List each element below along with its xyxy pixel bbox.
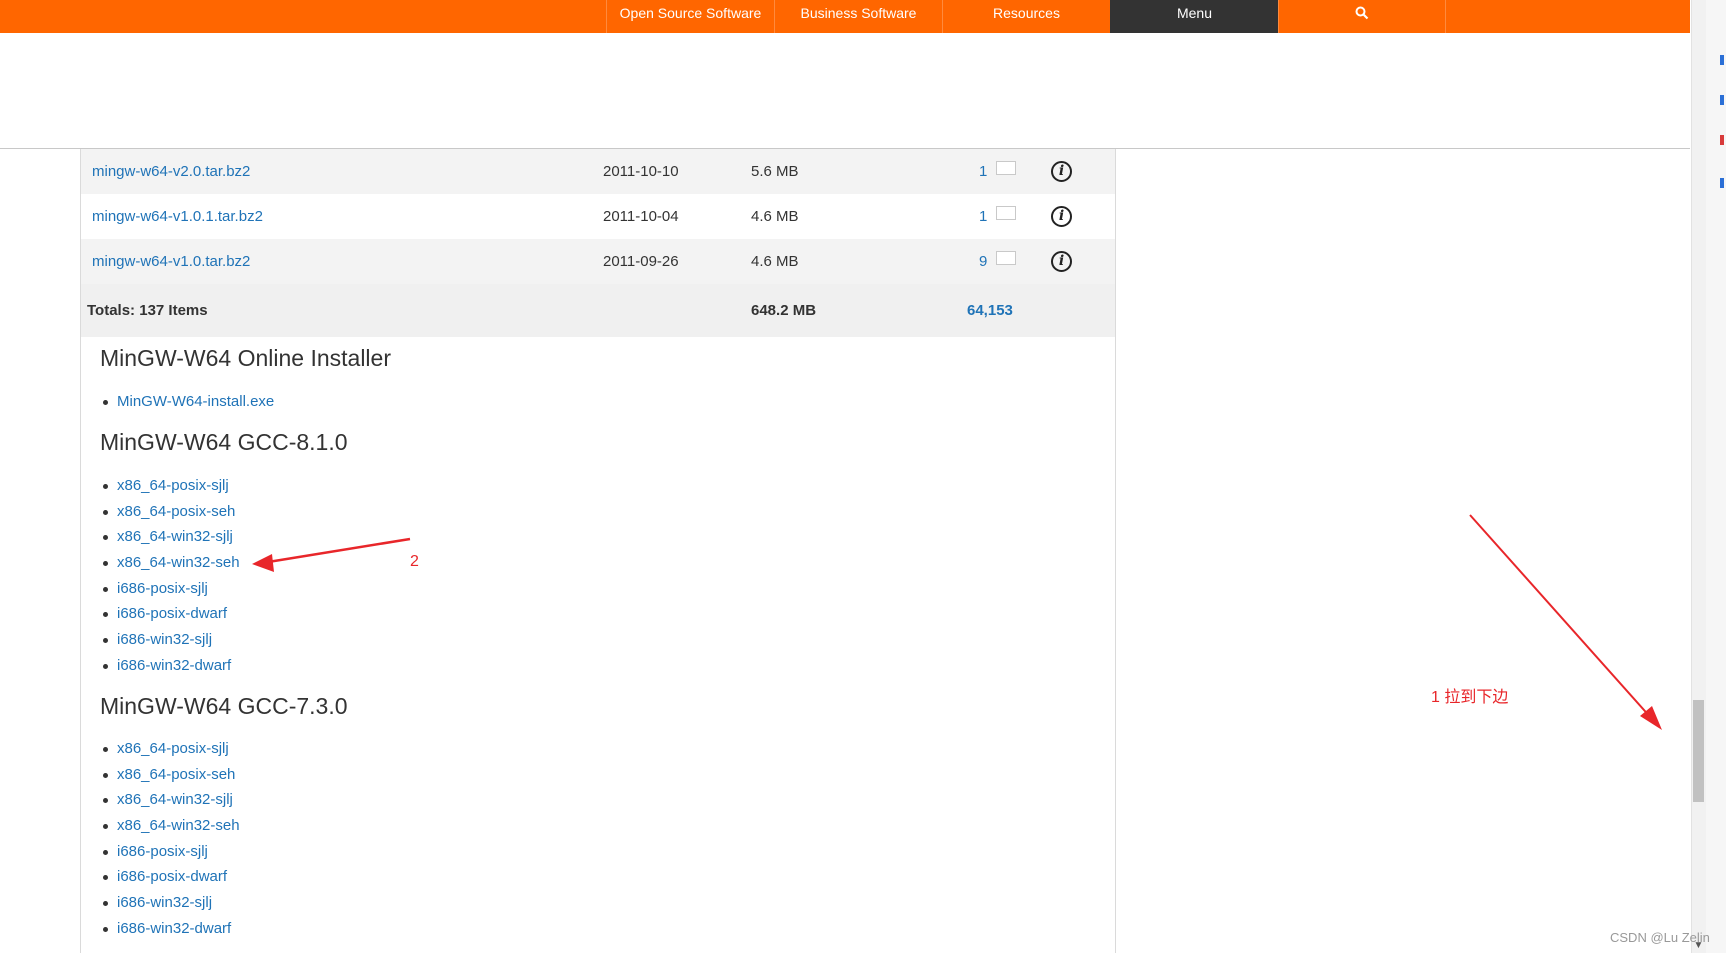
list-item: x86_64-posix-seh [100,762,240,788]
download-link[interactable]: i686-posix-sjlj [117,580,208,597]
file-name-link[interactable]: mingw-w64-v1.0.tar.bz2 [92,239,250,284]
list-item: x86_64-win32-sjlj [100,787,240,813]
file-downloads[interactable]: 1 [979,194,987,239]
list-item: MinGW-W64-install.exe [100,389,274,415]
arrow-1-head [1640,706,1662,730]
download-chart-box [996,161,1016,175]
side-toolbar-icon[interactable] [1720,95,1724,105]
download-link[interactable]: x86_64-win32-seh [117,817,240,834]
totals-label: Totals: 137 Items [87,302,208,319]
annotation-step-1: 1 拉到下边 [1431,689,1509,706]
totals-row: Totals: 137 Items 648.2 MB 64,153 [81,284,1115,337]
info-icon[interactable]: i [1051,206,1072,227]
annotation-step-2: 2 [410,553,419,570]
file-downloads[interactable]: 1 [979,149,987,194]
list-item: x86_64-win32-seh [100,813,240,839]
list-item: x86_64-win32-seh [100,550,240,576]
gcc-7-3-0-list: x86_64-posix-sjlj x86_64-posix-seh x86_6… [100,736,240,942]
list-item: i686-win32-sjlj [100,627,240,653]
download-link[interactable]: x86_64-posix-seh [117,766,235,783]
file-date: 2011-10-10 [603,163,679,180]
file-name-link[interactable]: mingw-w64-v2.0.tar.bz2 [92,149,250,194]
watermark-text: CSDN @Lu Zelin [1610,930,1710,945]
download-link[interactable]: i686-posix-dwarf [117,868,227,885]
file-downloads[interactable]: 9 [979,239,987,284]
file-size: 5.6 MB [751,163,799,180]
list-item: x86_64-posix-seh [100,499,240,525]
info-icon[interactable]: i [1051,251,1072,272]
list-item: i686-win32-sjlj [100,890,240,916]
list-item: i686-posix-sjlj [100,839,240,865]
download-link[interactable]: MinGW-W64-install.exe [117,393,274,410]
list-item: x86_64-posix-sjlj [100,736,240,762]
list-item: x86_64-win32-sjlj [100,524,240,550]
list-item: i686-win32-dwarf [100,653,240,679]
list-item: x86_64-posix-sjlj [100,473,240,499]
nav-label: Menu [1176,5,1213,21]
table-row: mingw-w64-v1.0.1.tar.bz2 2011-10-04 4.6 … [81,194,1115,239]
header-area [0,33,1690,149]
download-link[interactable]: i686-posix-sjlj [117,843,208,860]
download-link[interactable]: x86_64-posix-sjlj [117,477,229,494]
download-link[interactable]: x86_64-posix-sjlj [117,740,229,757]
nav-search-button[interactable] [1278,0,1446,33]
file-size: 4.6 MB [751,208,799,225]
search-icon [1355,6,1369,20]
file-name-link[interactable]: mingw-w64-v1.0.1.tar.bz2 [92,194,263,239]
side-toolbar-icon[interactable] [1720,178,1724,188]
section-title-gcc-8-1-0: MinGW-W64 GCC-8.1.0 [100,429,348,455]
download-link[interactable]: i686-win32-dwarf [117,657,231,674]
nav-label: Open Source Software [619,5,762,21]
totals-size: 648.2 MB [751,302,817,319]
nav-label: Resources [993,5,1060,21]
download-link[interactable]: i686-win32-dwarf [117,920,231,937]
list-item: i686-posix-sjlj [100,576,240,602]
section-title-gcc-7-3-0: MinGW-W64 GCC-7.3.0 [100,693,348,719]
download-link[interactable]: i686-win32-sjlj [117,631,212,648]
top-nav-bar: Open Source Software Business Software R… [0,0,1690,33]
download-link[interactable]: x86_64-win32-sjlj [117,791,233,808]
file-date: 2011-10-04 [603,208,679,225]
download-link[interactable]: i686-posix-dwarf [117,605,227,622]
nav-menu[interactable]: Menu [1110,0,1278,33]
page-scrollbar[interactable] [1691,0,1707,953]
file-size: 4.6 MB [751,253,799,270]
download-link[interactable]: i686-win32-sjlj [117,894,212,911]
table-row: mingw-w64-v1.0.tar.bz2 2011-09-26 4.6 MB… [81,239,1115,284]
nav-open-source-software[interactable]: Open Source Software [606,0,774,33]
download-link[interactable]: x86_64-win32-sjlj [117,528,233,545]
scrollbar-thumb[interactable] [1693,700,1704,802]
download-link-x86-64-win32-seh[interactable]: x86_64-win32-seh [117,554,240,571]
gcc-8-1-0-list: x86_64-posix-sjlj x86_64-posix-seh x86_6… [100,473,240,679]
online-installer-list: MinGW-W64-install.exe [100,389,274,415]
file-date: 2011-09-26 [603,253,679,270]
download-link[interactable]: x86_64-posix-seh [117,503,235,520]
download-chart-box [996,206,1016,220]
table-row: mingw-w64-v2.0.tar.bz2 2011-10-10 5.6 MB… [81,149,1115,194]
files-content: mingw-w64-v2.0.tar.bz2 2011-10-10 5.6 MB… [80,149,1116,953]
download-chart-box [996,251,1016,265]
section-title-online-installer: MinGW-W64 Online Installer [100,345,391,371]
side-toolbar-icon[interactable] [1720,55,1724,65]
list-item: i686-posix-dwarf [100,601,240,627]
list-item: i686-win32-dwarf [100,916,240,942]
side-toolbar-icon[interactable] [1720,135,1724,145]
nav-business-software[interactable]: Business Software [774,0,942,33]
list-item: i686-posix-dwarf [100,864,240,890]
nav-resources[interactable]: Resources [942,0,1110,33]
nav-label: Business Software [800,5,917,21]
info-icon[interactable]: i [1051,161,1072,182]
totals-downloads[interactable]: 64,153 [967,284,1013,337]
